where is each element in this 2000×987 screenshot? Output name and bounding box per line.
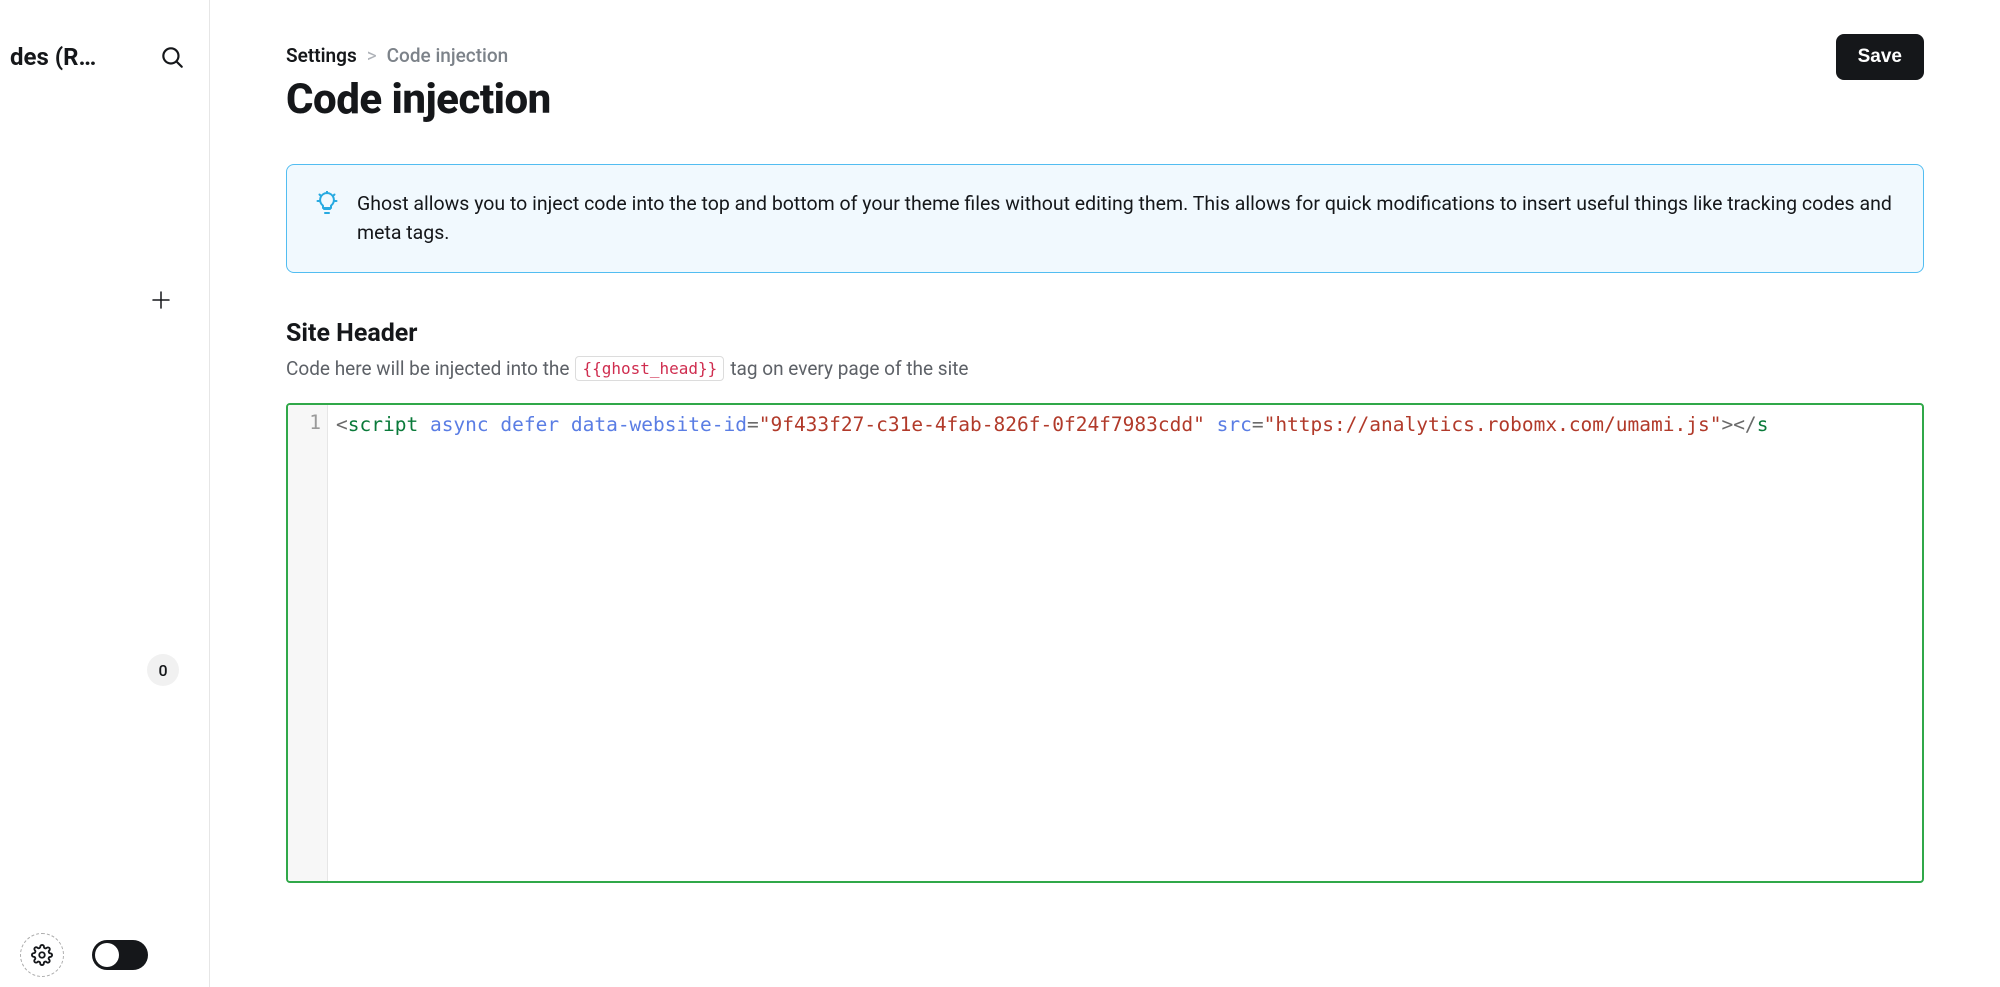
- info-banner: Ghost allows you to inject code into the…: [286, 164, 1924, 273]
- ghost-head-token: {{ghost_head}}: [575, 356, 724, 381]
- section-title-site-header: Site Header: [286, 319, 1924, 348]
- search-icon: [159, 44, 185, 70]
- search-button[interactable]: [155, 40, 189, 74]
- section-description: Code here will be injected into the {{gh…: [286, 356, 1924, 381]
- add-button[interactable]: [145, 284, 177, 319]
- editor-body[interactable]: <script async defer data-website-id="9f4…: [328, 405, 1922, 881]
- main: Settings > Code injection Code injection…: [210, 0, 2000, 987]
- line-number: 1: [288, 411, 321, 434]
- breadcrumb-leaf: Code injection: [387, 44, 509, 67]
- sidebar-body: 0: [0, 94, 209, 933]
- desc-suffix: tag on every page of the site: [730, 357, 968, 380]
- lightbulb-icon: [315, 191, 339, 215]
- topbar: Settings > Code injection Code injection…: [210, 0, 2000, 124]
- site-title: des (R…: [10, 43, 139, 71]
- sidebar-header: des (R…: [0, 0, 209, 94]
- theme-toggle[interactable]: [92, 940, 148, 970]
- sidebar: des (R… 0: [0, 0, 210, 987]
- save-button[interactable]: Save: [1836, 34, 1924, 80]
- settings-button[interactable]: [20, 933, 64, 977]
- content: Ghost allows you to inject code into the…: [210, 124, 2000, 987]
- sidebar-footer: [0, 933, 209, 987]
- plus-icon: [149, 288, 173, 312]
- breadcrumb: Settings > Code injection: [286, 44, 551, 67]
- info-text: Ghost allows you to inject code into the…: [357, 189, 1895, 248]
- breadcrumb-root[interactable]: Settings: [286, 44, 357, 67]
- count-badge: 0: [147, 654, 179, 686]
- page-title: Code injection: [286, 75, 551, 124]
- editor-gutter: 1: [288, 405, 328, 881]
- desc-prefix: Code here will be injected into the: [286, 357, 569, 380]
- gear-icon: [31, 944, 53, 966]
- chevron-right-icon: >: [367, 44, 377, 67]
- code-editor-site-header[interactable]: 1 <script async defer data-website-id="9…: [286, 403, 1924, 883]
